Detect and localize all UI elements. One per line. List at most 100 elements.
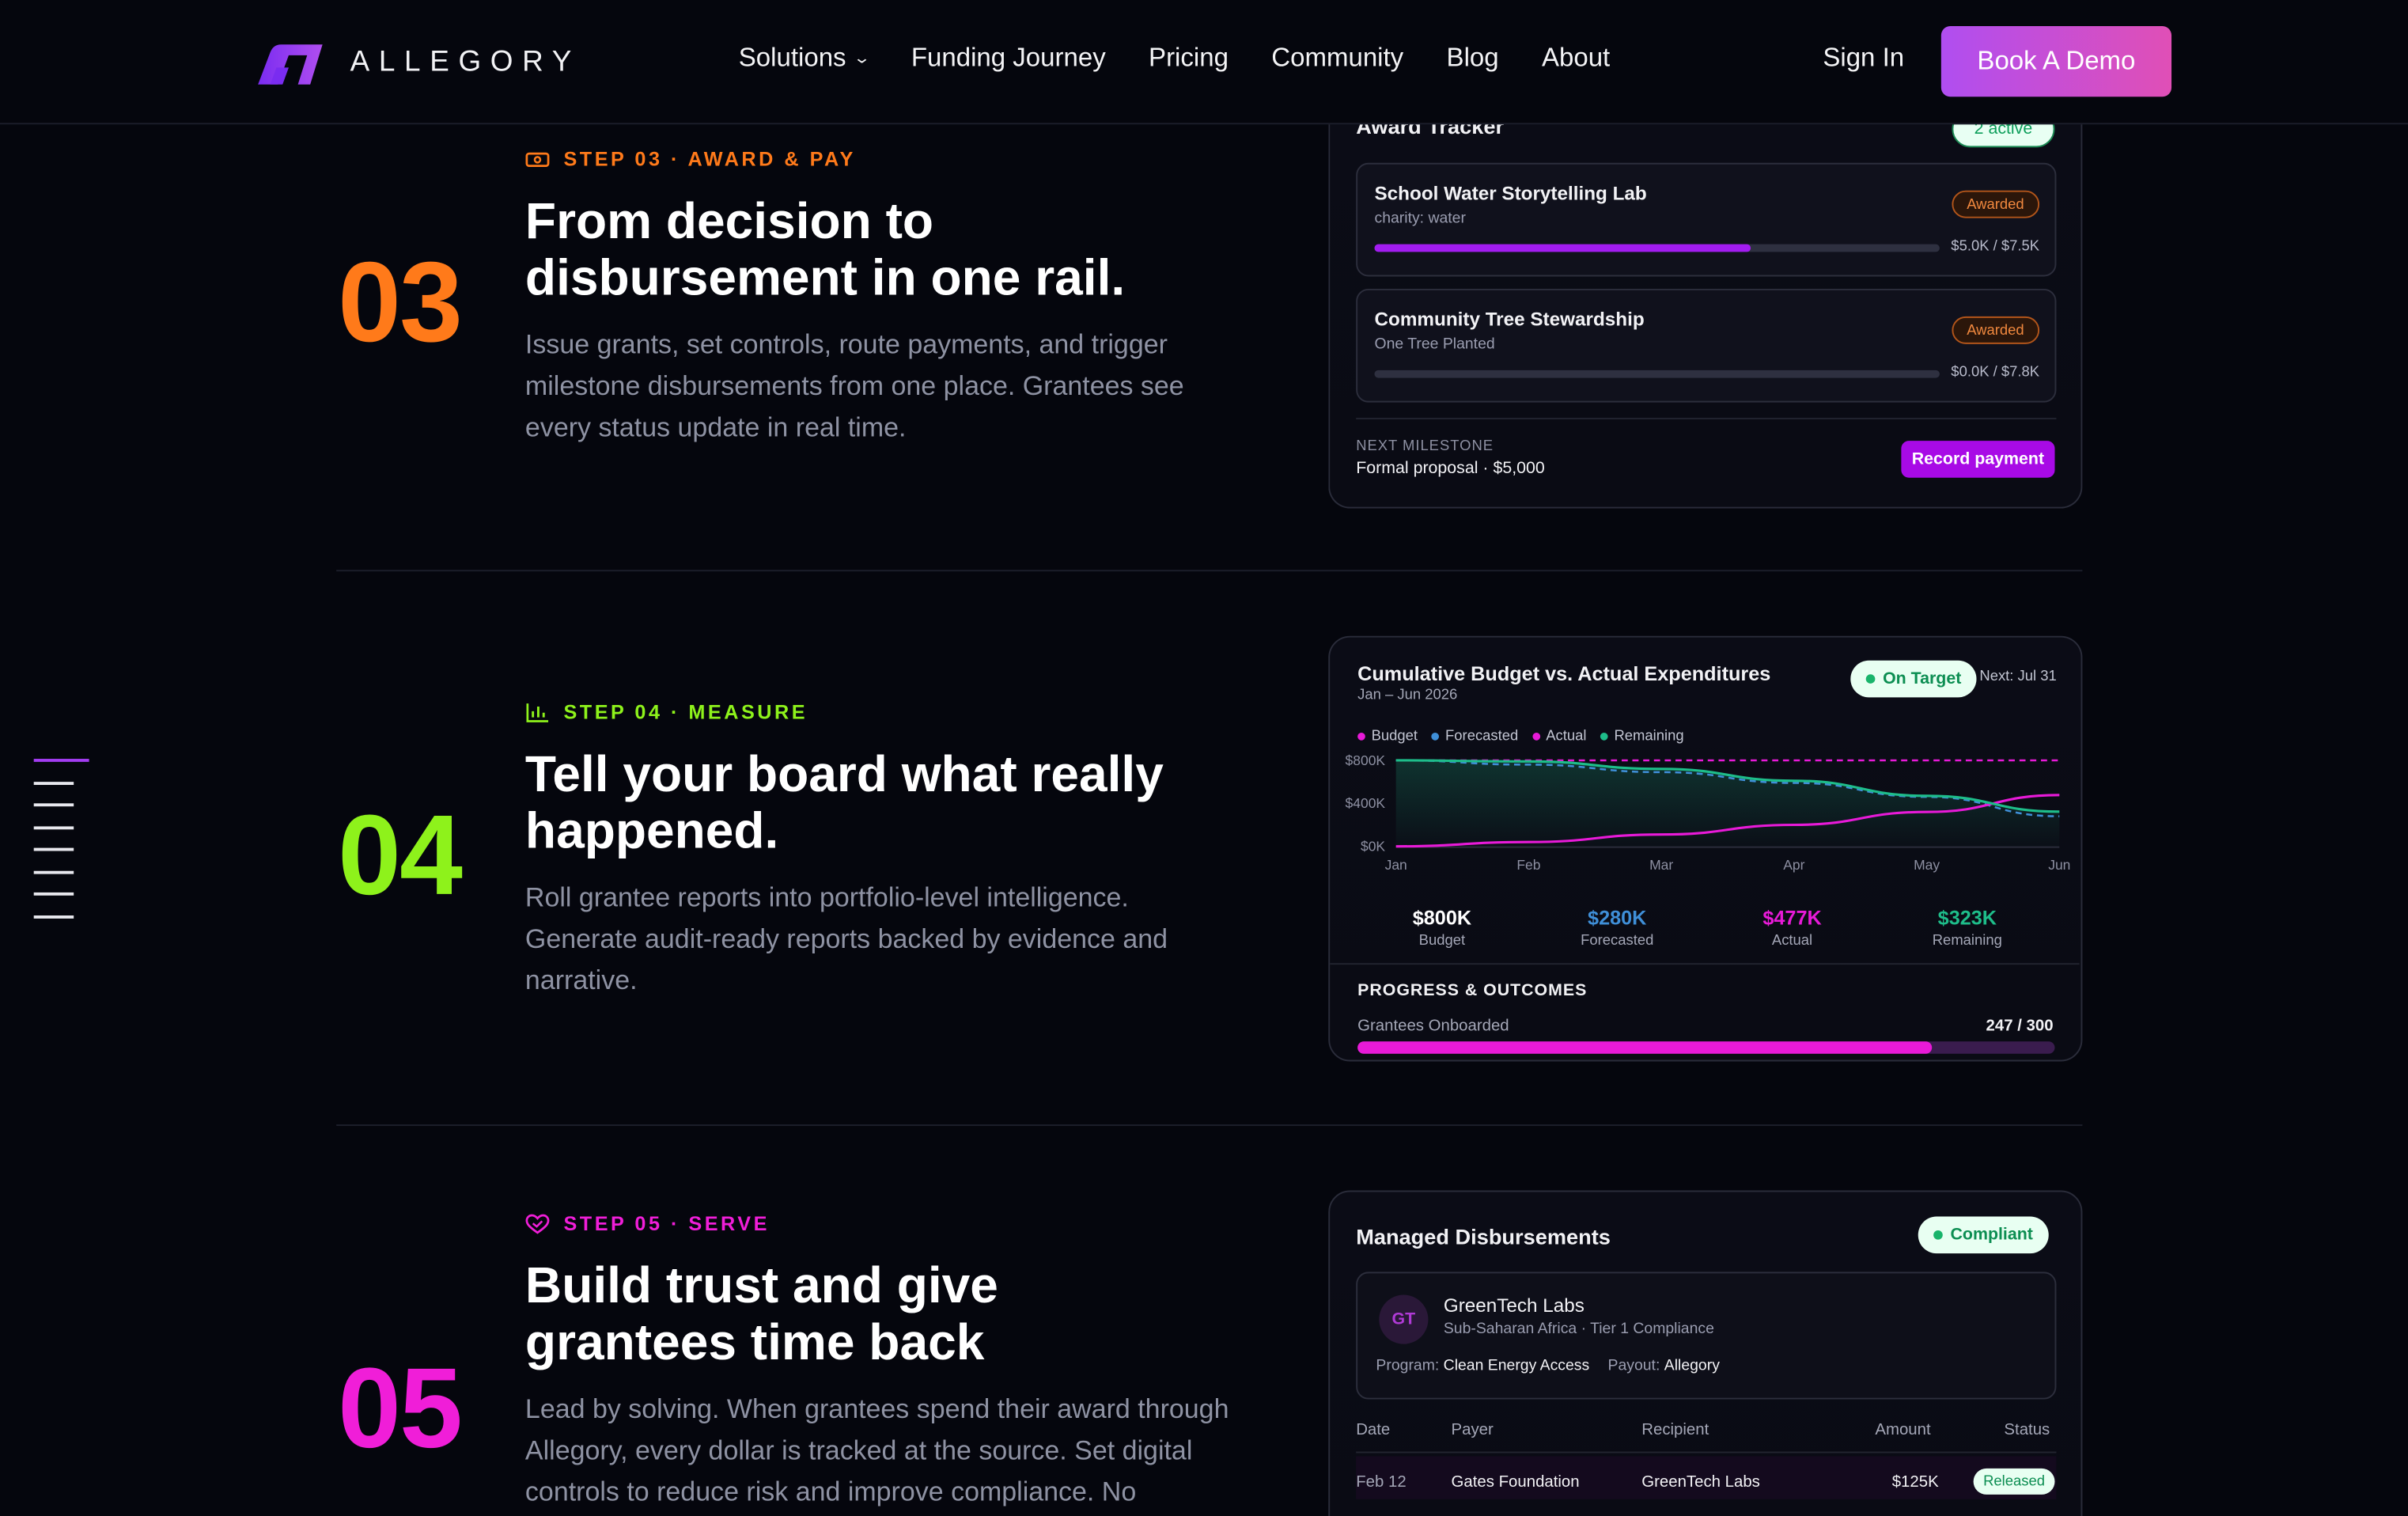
grantees-onboarded-count: 247 / 300	[1986, 1017, 2054, 1036]
allegory-logo-icon	[258, 44, 323, 85]
step-05-number: 05	[338, 1344, 463, 1472]
x-tick-label: Mar	[1649, 857, 1673, 873]
kpi-label: Budget	[1418, 932, 1466, 949]
y-tick-label: $400K	[1346, 795, 1386, 811]
kpi-label: Remaining	[1932, 932, 2002, 949]
step-03-number: 03	[338, 237, 463, 366]
legend-dot-icon	[1600, 733, 1608, 741]
kpi-budget: $800K Budget	[1373, 906, 1512, 949]
legend-remaining: Remaining	[1600, 728, 1684, 745]
bar-chart-icon	[526, 703, 549, 722]
nav-blog[interactable]: Blog	[1447, 43, 1499, 74]
award-item[interactable]: School Water Storytelling Lab charity: w…	[1356, 162, 2057, 277]
column-recipient: Recipient	[1641, 1420, 1709, 1440]
section-divider	[336, 1124, 2083, 1126]
kpi-label: Actual	[1771, 932, 1813, 949]
step-05-eyebrow-text: STEP 05 · SERVE	[563, 1211, 770, 1235]
top-navigation: ALLEGORY Solutions ⌄ Funding Journey Pri…	[0, 0, 2408, 125]
rail-marker[interactable]	[33, 847, 74, 851]
award-org: charity: water	[1374, 210, 1466, 228]
step-progress-rail	[33, 759, 89, 937]
award-progress-fill	[1374, 244, 1751, 252]
step-03-headline: From decision to disbursement in one rai…	[524, 191, 1126, 306]
onboarding-progress-track	[1357, 1041, 2055, 1054]
step-04-headline: Tell your board what really happened.	[524, 745, 1164, 859]
x-tick-label: Jun	[2048, 857, 2070, 873]
legend-dot-icon	[1357, 733, 1365, 741]
kpi-value: $323K	[1937, 906, 1997, 930]
legend-forecasted: Forecasted	[1431, 728, 1519, 745]
brand-name: ALLEGORY	[350, 46, 581, 79]
legend-label: Actual	[1546, 728, 1587, 745]
next-milestone-value: Formal proposal · $5,000	[1356, 459, 1545, 478]
rail-marker[interactable]	[33, 781, 74, 785]
row-payer: Gates Foundation	[1451, 1472, 1580, 1492]
chart-legend: Budget Forecasted Actual Remaining	[1357, 728, 1698, 745]
sign-in-link[interactable]: Sign In	[1823, 43, 1904, 74]
legend-label: Remaining	[1614, 728, 1684, 745]
rail-marker[interactable]	[33, 915, 74, 918]
divider	[1330, 963, 2080, 965]
organization-summary[interactable]: GT GreenTech Labs Sub-Saharan Africa · T…	[1356, 1272, 2057, 1400]
kpi-actual: $477K Actual	[1723, 906, 1861, 949]
column-status: Status	[2004, 1420, 2050, 1440]
nav-pricing[interactable]: Pricing	[1149, 43, 1229, 74]
award-amount: $5.0K / $7.5K	[1951, 237, 2040, 256]
awarded-badge: Awarded	[1951, 316, 2040, 344]
legend-dot-icon	[1532, 733, 1540, 741]
nav-solutions[interactable]: Solutions ⌄	[738, 43, 871, 74]
step-03-body: Issue grants, set controls, route paymen…	[524, 328, 1184, 443]
brand-logo[interactable]: ALLEGORY	[255, 40, 581, 85]
book-demo-button[interactable]: Book A Demo	[1940, 26, 2172, 97]
program-label: Program:	[1376, 1358, 1440, 1375]
nav-community[interactable]: Community	[1271, 43, 1403, 74]
released-badge: Released	[1973, 1468, 2055, 1495]
rail-marker[interactable]	[33, 870, 74, 874]
on-target-text: On Target	[1883, 669, 1962, 688]
nav-about[interactable]: About	[1542, 43, 1610, 74]
avatar: GT	[1379, 1294, 1429, 1344]
chevron-down-icon: ⌄	[852, 50, 871, 67]
managed-disbursements-card: Managed Disbursements Compliant GT Green…	[1328, 1190, 2083, 1516]
compliant-text: Compliant	[1950, 1226, 2033, 1245]
step-05-eyebrow: STEP 05 · SERVE	[525, 1212, 770, 1235]
status-dot-icon	[1865, 674, 1876, 684]
y-tick-label: $0K	[1361, 838, 1385, 854]
organization-name: GreenTech Labs	[1443, 1294, 1585, 1317]
rail-marker[interactable]	[33, 825, 74, 829]
rail-marker[interactable]	[33, 803, 74, 807]
divider	[1356, 1451, 2057, 1453]
rail-marker[interactable]	[33, 759, 89, 762]
x-tick-label: Jan	[1385, 857, 1407, 873]
legend-actual: Actual	[1532, 728, 1587, 745]
kpi-value: $280K	[1588, 906, 1647, 930]
onboarding-progress-fill	[1357, 1041, 1932, 1054]
kpi-remaining: $323K Remaining	[1898, 906, 2036, 949]
progress-outcomes-title: PROGRESS & OUTCOMES	[1357, 981, 1588, 1000]
step-04-body: Roll grantee reports into portfolio-leve…	[524, 881, 1168, 995]
kpi-label: Forecasted	[1581, 932, 1654, 949]
award-progress-track	[1374, 244, 1940, 252]
heart-hand-icon	[525, 1213, 550, 1234]
program-value: Clean Energy Access	[1443, 1358, 1590, 1375]
nav-funding-journey[interactable]: Funding Journey	[911, 43, 1106, 74]
budget-chart-card: Cumulative Budget vs. Actual Expenditure…	[1328, 635, 2083, 1062]
row-amount: $125K	[1891, 1472, 1939, 1492]
column-amount: Amount	[1875, 1420, 1931, 1440]
rail-marker[interactable]	[33, 892, 74, 896]
payout-label: Payout:	[1607, 1358, 1660, 1375]
nav-solutions-label: Solutions	[738, 43, 846, 73]
row-recipient: GreenTech Labs	[1641, 1472, 1760, 1492]
row-date: Feb 12	[1356, 1472, 1407, 1492]
kpi-value: $477K	[1762, 906, 1822, 930]
payout-value: Allegory	[1664, 1358, 1720, 1375]
disbursements-title: Managed Disbursements	[1356, 1224, 1611, 1249]
x-tick-label: Feb	[1516, 857, 1540, 873]
legend-label: Forecasted	[1445, 728, 1519, 745]
budget-line-chart: $800K $400K $0KJan Feb Mar Apr May Jun	[1346, 752, 2071, 873]
step-03-eyebrow: STEP 03 · AWARD & PAY	[525, 147, 856, 170]
x-tick-label: Apr	[1783, 857, 1804, 873]
record-payment-button[interactable]: Record payment	[1901, 441, 2055, 478]
banknote-icon	[525, 151, 550, 167]
award-item[interactable]: Community Tree Stewardship One Tree Plan…	[1356, 288, 2057, 403]
